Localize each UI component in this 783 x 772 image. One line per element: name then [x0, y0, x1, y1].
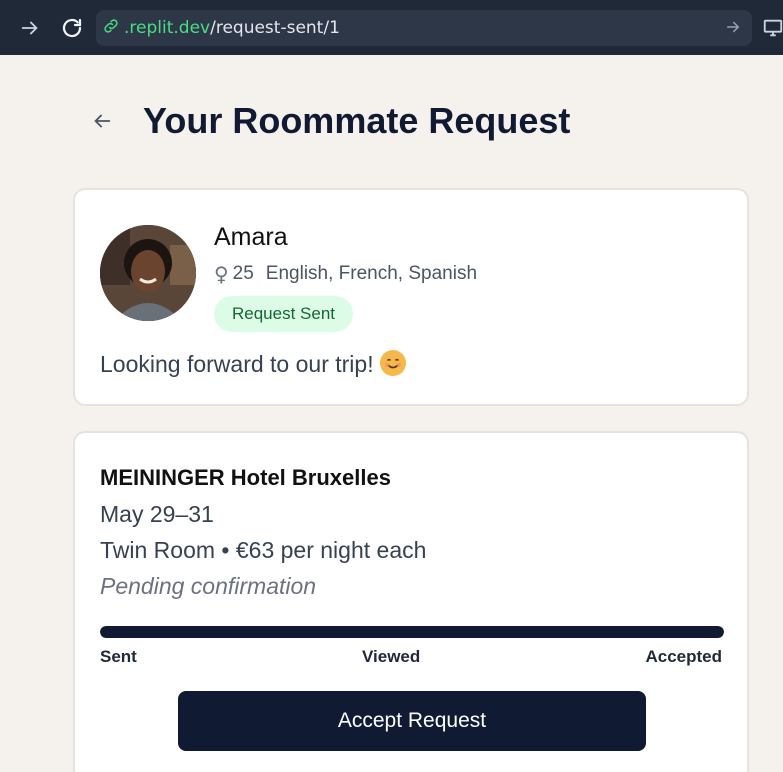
status-badge: Request Sent — [214, 296, 354, 332]
back-arrow-icon[interactable] — [88, 107, 116, 135]
profile-meta: ♀ 25 English, French, Spanish — [214, 262, 477, 286]
progress-bar — [100, 626, 724, 638]
hotel-card: MEININGER Hotel Bruxelles May 29–31 Twin… — [73, 431, 749, 772]
hotel-status: Pending confirmation — [100, 573, 317, 599]
browser-toolbar: .replit.dev/request-sent/1 — [0, 0, 783, 55]
hotel-dates: May 29–31 — [100, 501, 214, 527]
page-title: Your Roommate Request — [143, 100, 571, 141]
step-accepted: Accepted — [645, 647, 722, 666]
monitor-icon[interactable] — [762, 17, 783, 39]
forward-arrow-icon[interactable] — [16, 14, 44, 42]
hotel-name: MEININGER Hotel Bruxelles — [100, 465, 391, 490]
smile-emoji-icon — [379, 350, 406, 376]
go-arrow-icon[interactable] — [724, 18, 744, 38]
address-bar[interactable]: .replit.dev/request-sent/1 — [96, 10, 752, 46]
reload-icon[interactable] — [58, 14, 86, 42]
profile-languages: English, French, Spanish — [265, 263, 478, 284]
url-path: /request-sent/1 — [210, 18, 340, 38]
step-viewed: Viewed — [362, 647, 421, 666]
avatar — [100, 225, 196, 321]
female-icon: ♀ — [214, 262, 229, 286]
accept-request-button[interactable]: Accept Request — [178, 691, 646, 751]
link-icon — [102, 17, 120, 40]
profile-message: Looking forward to our trip! — [100, 350, 406, 378]
message-text: Looking forward to our trip! — [100, 351, 374, 377]
hotel-room: Twin Room • €63 per night each — [100, 537, 427, 563]
profile-name: Amara — [214, 223, 288, 251]
profile-age: 25 — [232, 263, 254, 284]
step-sent: Sent — [100, 647, 137, 666]
profile-card: Amara ♀ 25 English, French, Spanish Requ… — [73, 188, 749, 406]
url-domain: .replit.dev — [124, 18, 211, 38]
progress-fill — [100, 626, 724, 638]
